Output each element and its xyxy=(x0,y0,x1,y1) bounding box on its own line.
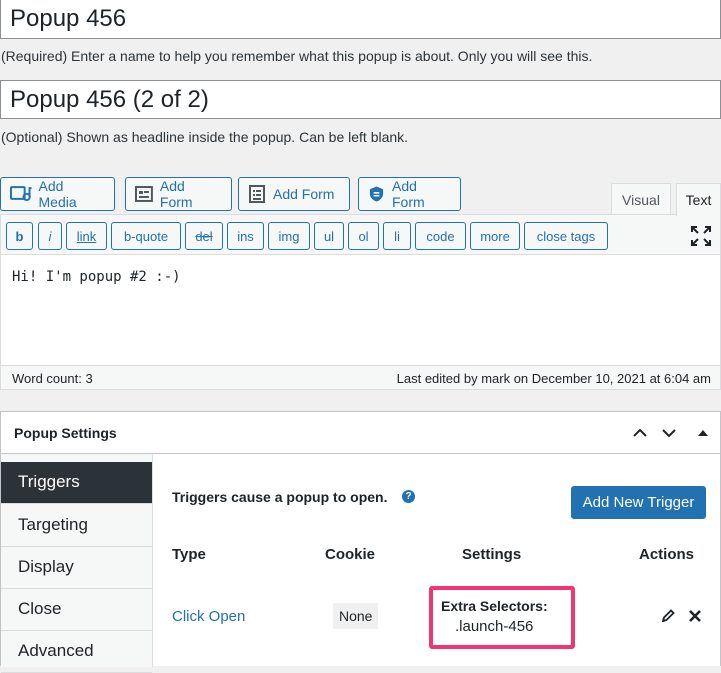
form-shield-icon xyxy=(369,186,384,202)
fullscreen-icon[interactable] xyxy=(690,225,712,247)
editor-content[interactable]: Hi! I'm popup #2 :-) xyxy=(12,269,181,285)
column-header-cookie: Cookie xyxy=(325,546,376,563)
popup-headline-help: (Optional) Shown as headline inside the … xyxy=(1,129,409,145)
quicktag-bquote-button[interactable]: b-quote xyxy=(111,222,181,250)
tab-visual[interactable]: Visual xyxy=(611,183,671,215)
add-form-button-1[interactable]: Add Form xyxy=(125,177,232,211)
settings-tab-list: Triggers Targeting Display Close Advance… xyxy=(1,454,153,673)
help-icon[interactable]: ? xyxy=(402,490,415,503)
add-new-trigger-button[interactable]: Add New Trigger xyxy=(571,486,706,519)
delete-x-icon[interactable] xyxy=(687,608,703,624)
quicktag-ol-button[interactable]: ol xyxy=(348,222,379,250)
cookie-badge: None xyxy=(333,603,379,629)
popup-name-help: (Required) Enter a name to help you reme… xyxy=(1,48,593,64)
popup-settings-title: Popup Settings xyxy=(14,425,117,441)
chevron-up-icon[interactable] xyxy=(631,425,649,441)
extra-selectors-value: .launch-456 xyxy=(455,618,534,635)
column-header-actions: Actions xyxy=(639,546,695,563)
quicktag-bold-button[interactable]: b xyxy=(6,222,33,250)
quicktags-toolbar: b i link b-quote del ins img ul ol li co… xyxy=(1,215,720,255)
add-form-label-1: Add Form xyxy=(159,178,193,210)
quicktag-del-button[interactable]: del xyxy=(185,222,223,250)
quicktag-ins-button[interactable]: ins xyxy=(227,222,264,250)
tab-text[interactable]: Text xyxy=(676,183,721,216)
quicktag-italic-button[interactable]: i xyxy=(38,222,62,250)
column-header-settings: Settings xyxy=(462,546,522,563)
edit-pencil-icon[interactable] xyxy=(660,608,676,624)
quicktag-link-button[interactable]: link xyxy=(66,222,107,250)
column-header-type: Type xyxy=(172,546,206,563)
add-media-button[interactable]: Add Media xyxy=(0,177,115,211)
trigger-type-link[interactable]: Click Open xyxy=(172,608,245,625)
quicktag-ul-button[interactable]: ul xyxy=(314,222,344,250)
settings-tab-targeting[interactable]: Targeting xyxy=(1,505,152,547)
triggers-description: Triggers cause a popup to open. xyxy=(172,489,388,505)
popup-settings-header: Popup Settings xyxy=(1,412,720,454)
form-list-icon xyxy=(249,185,265,203)
popup-settings-box: Popup Settings Triggers Targeting Displa… xyxy=(0,411,721,673)
media-icon xyxy=(10,186,32,202)
chevron-down-icon[interactable] xyxy=(660,425,678,441)
collapse-triangle-icon[interactable] xyxy=(694,425,712,441)
settings-tab-triggers[interactable]: Triggers xyxy=(1,462,152,504)
add-form-button-3[interactable]: Add Form xyxy=(358,177,461,211)
add-form-button-2[interactable]: Add Form xyxy=(238,177,350,211)
editor-status-bar: Word count: 3 Last edited by mark on Dec… xyxy=(1,365,720,389)
form-icon xyxy=(135,186,153,202)
quicktag-img-button[interactable]: img xyxy=(268,222,310,250)
add-media-label: Add Media xyxy=(38,178,77,210)
text-editor: b i link b-quote del ins img ul ol li co… xyxy=(0,214,721,390)
popup-name-input[interactable]: Popup 456 xyxy=(0,0,721,39)
settings-tab-close[interactable]: Close xyxy=(1,589,152,631)
add-form-label-2: Add Form xyxy=(273,186,335,202)
last-edited: Last edited by mark on December 10, 2021… xyxy=(396,371,711,386)
word-count: Word count: 3 xyxy=(12,371,93,386)
extra-selectors-label: Extra Selectors: xyxy=(441,598,548,614)
popup-headline-input[interactable]: Popup 456 (2 of 2) xyxy=(0,80,721,119)
settings-tab-advanced[interactable]: Advanced xyxy=(1,631,152,673)
quicktag-close-tags-button[interactable]: close tags xyxy=(524,222,608,250)
settings-tab-display[interactable]: Display xyxy=(1,547,152,589)
quicktag-more-button[interactable]: more xyxy=(470,222,520,250)
quicktag-li-button[interactable]: li xyxy=(383,222,411,250)
quicktag-code-button[interactable]: code xyxy=(415,222,466,250)
add-form-label-3: Add Form xyxy=(391,178,425,210)
